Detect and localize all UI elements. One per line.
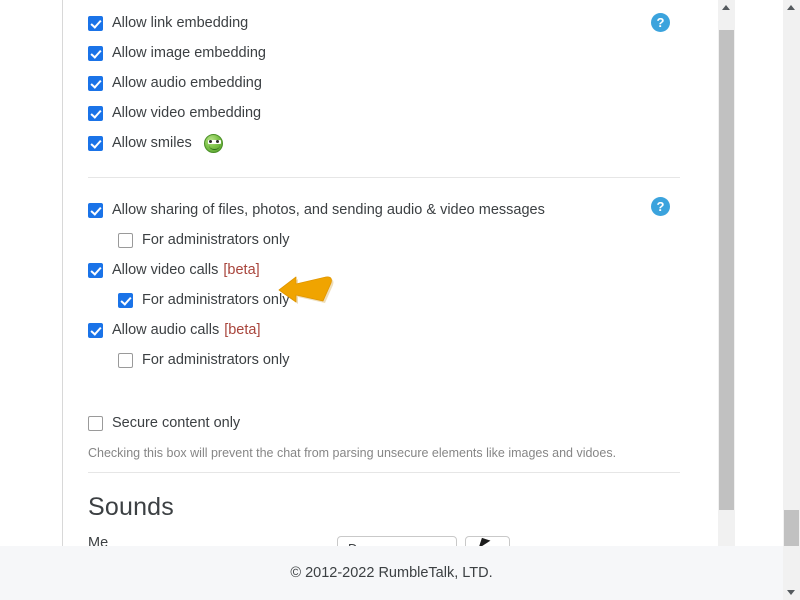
checkbox-allow-audio-embedding[interactable]: [88, 75, 103, 91]
checkbox-allow-video-calls[interactable]: [88, 262, 103, 278]
option-label: Secure content only: [112, 415, 241, 431]
sound-play-button[interactable]: [465, 536, 510, 546]
scroll-up-arrow-icon[interactable]: [787, 5, 795, 10]
checkbox-allow-video-embedding[interactable]: [88, 105, 103, 121]
sharing-options-group: Allow sharing of files, photos, and send…: [63, 195, 718, 375]
option-row-allow-smiles[interactable]: Allow smiles: [63, 128, 718, 158]
checkbox-sharing-admins-only[interactable]: [118, 232, 133, 248]
option-row-allow-audio-calls[interactable]: Allow audio calls [beta]: [63, 315, 718, 345]
checkbox-video-calls-admins-only[interactable]: [118, 292, 133, 308]
inner-scrollbar-thumb[interactable]: [719, 30, 734, 510]
option-label: Allow link embedding: [112, 15, 249, 31]
checkbox-secure-content-only[interactable]: [88, 415, 103, 431]
option-label: Allow audio calls: [112, 322, 220, 338]
option-row-allow-video-calls[interactable]: Allow video calls [beta]: [63, 255, 718, 285]
option-row-allow-audio-embedding[interactable]: Allow audio embedding: [63, 68, 718, 98]
option-label: For administrators only: [142, 292, 290, 308]
sounds-row: Me D: [88, 535, 680, 546]
help-question-icon[interactable]: ?: [651, 197, 670, 216]
beta-badge-video-calls: [beta]: [223, 262, 260, 278]
option-row-sharing-admins-only[interactable]: For administrators only: [63, 225, 718, 255]
option-label: For administrators only: [142, 232, 290, 248]
option-row-allow-link-embedding[interactable]: Allow link embedding: [63, 8, 718, 38]
scroll-up-arrow-icon[interactable]: [722, 5, 730, 10]
section-divider: [88, 177, 680, 178]
checkbox-audio-calls-admins-only[interactable]: [118, 352, 133, 368]
option-label: Allow audio embedding: [112, 75, 262, 91]
section-divider: [88, 472, 680, 473]
option-label: Allow video embedding: [112, 105, 262, 121]
option-row-audio-calls-admins-only[interactable]: For administrators only: [63, 345, 718, 375]
option-label: Allow image embedding: [112, 45, 266, 61]
settings-page: Allow link embedding Allow image embeddi…: [0, 0, 800, 600]
scroll-down-arrow-icon[interactable]: [787, 590, 795, 595]
page-scrollbar-thumb[interactable]: [784, 510, 799, 546]
checkbox-allow-audio-calls[interactable]: [88, 322, 103, 338]
checkbox-allow-image-embedding[interactable]: [88, 45, 103, 61]
checkbox-allow-smiles[interactable]: [88, 135, 103, 151]
option-label: For administrators only: [142, 352, 290, 368]
option-row-allow-image-embedding[interactable]: Allow image embedding: [63, 38, 718, 68]
option-row-allow-video-embedding[interactable]: Allow video embedding: [63, 98, 718, 128]
sounds-section-title: Sounds: [88, 493, 174, 521]
option-label: Allow smiles: [112, 135, 192, 151]
beta-badge-audio-calls: [beta]: [224, 322, 261, 338]
green-smiley-face-icon: [203, 133, 223, 153]
option-label: Allow video calls: [112, 262, 219, 278]
cursor-pointer-icon: [478, 537, 491, 546]
page-footer: © 2012-2022 RumbleTalk, LTD.: [0, 546, 783, 600]
embedding-options-group: Allow link embedding Allow image embeddi…: [63, 8, 718, 158]
sounds-row-label: Me: [88, 535, 109, 546]
option-label: Allow sharing of files, photos, and send…: [112, 202, 545, 218]
help-question-icon[interactable]: ?: [651, 13, 670, 32]
secure-content-note: Checking this box will prevent the chat …: [88, 446, 617, 460]
checkbox-allow-sharing[interactable]: [88, 202, 103, 218]
option-row-secure-content-only[interactable]: Secure content only: [63, 408, 718, 438]
option-row-video-calls-admins-only[interactable]: For administrators only: [63, 285, 718, 315]
copyright-text: © 2012-2022 RumbleTalk, LTD.: [290, 565, 493, 581]
settings-content-panel: Allow link embedding Allow image embeddi…: [0, 0, 785, 546]
option-row-allow-sharing[interactable]: Allow sharing of files, photos, and send…: [63, 195, 718, 225]
settings-form-area: Allow link embedding Allow image embeddi…: [63, 0, 718, 546]
secure-content-group: Secure content only Checking this box wi…: [63, 408, 718, 461]
sound-select-field[interactable]: D: [337, 536, 457, 546]
page-scrollbar[interactable]: [783, 0, 800, 600]
inner-content-scrollbar[interactable]: [718, 0, 735, 546]
checkbox-allow-link-embedding[interactable]: [88, 15, 103, 31]
